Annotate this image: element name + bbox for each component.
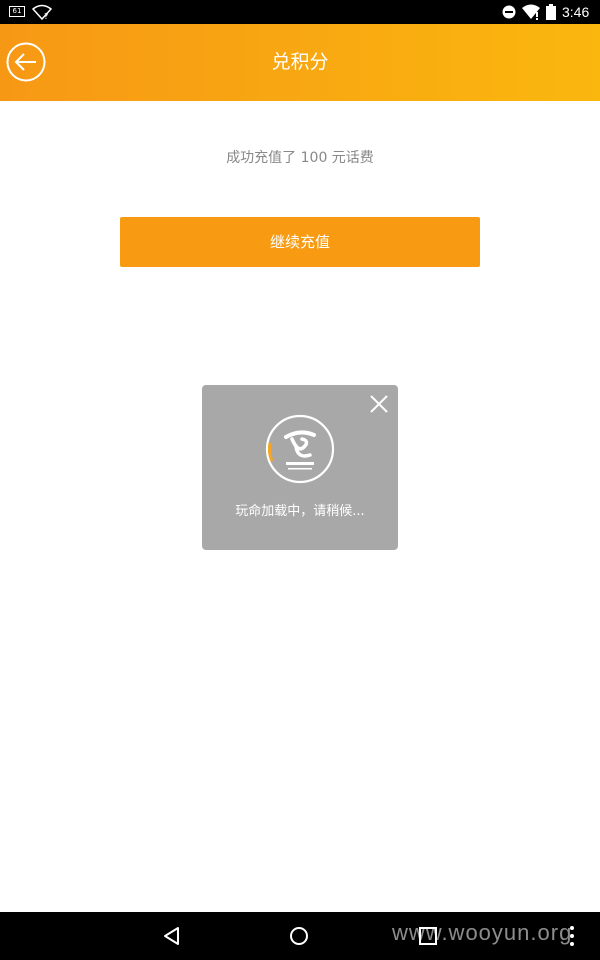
china-telecom-logo-icon: [265, 414, 335, 484]
close-button[interactable]: [368, 393, 390, 415]
do-not-disturb-icon: [502, 5, 516, 19]
svg-text:?: ?: [44, 12, 48, 20]
menu-dots-icon[interactable]: [568, 924, 576, 948]
arrow-left-icon: [6, 42, 46, 82]
screen: 61 ? 3:46 兑积分 成功充值了 100 元话费 继续充值 玩命加载中，请…: [0, 0, 600, 960]
back-button[interactable]: [6, 42, 46, 82]
navigation-bar: www.wooyun.org: [0, 912, 600, 960]
app-header: 兑积分: [0, 24, 600, 101]
close-icon: [370, 395, 388, 413]
wifi-icon: [522, 4, 540, 20]
loading-message: 玩命加载中，请稍候...: [235, 504, 365, 519]
continue-recharge-button[interactable]: 继续充值: [120, 217, 480, 267]
status-bar: 61 ? 3:46: [0, 0, 600, 24]
loading-dialog: 玩命加载中，请稍候...: [202, 385, 398, 550]
recent-apps-icon[interactable]: [419, 927, 437, 945]
success-message: 成功充值了 100 元话费: [226, 150, 374, 166]
page-title: 兑积分: [271, 51, 329, 73]
wifi-unknown-icon: ?: [32, 4, 52, 20]
notification-badge-icon: 61: [9, 6, 25, 17]
status-time: 3:46: [562, 4, 590, 20]
back-triangle-icon[interactable]: [162, 926, 182, 946]
home-circle-icon[interactable]: [289, 926, 309, 946]
battery-icon: [546, 4, 556, 20]
